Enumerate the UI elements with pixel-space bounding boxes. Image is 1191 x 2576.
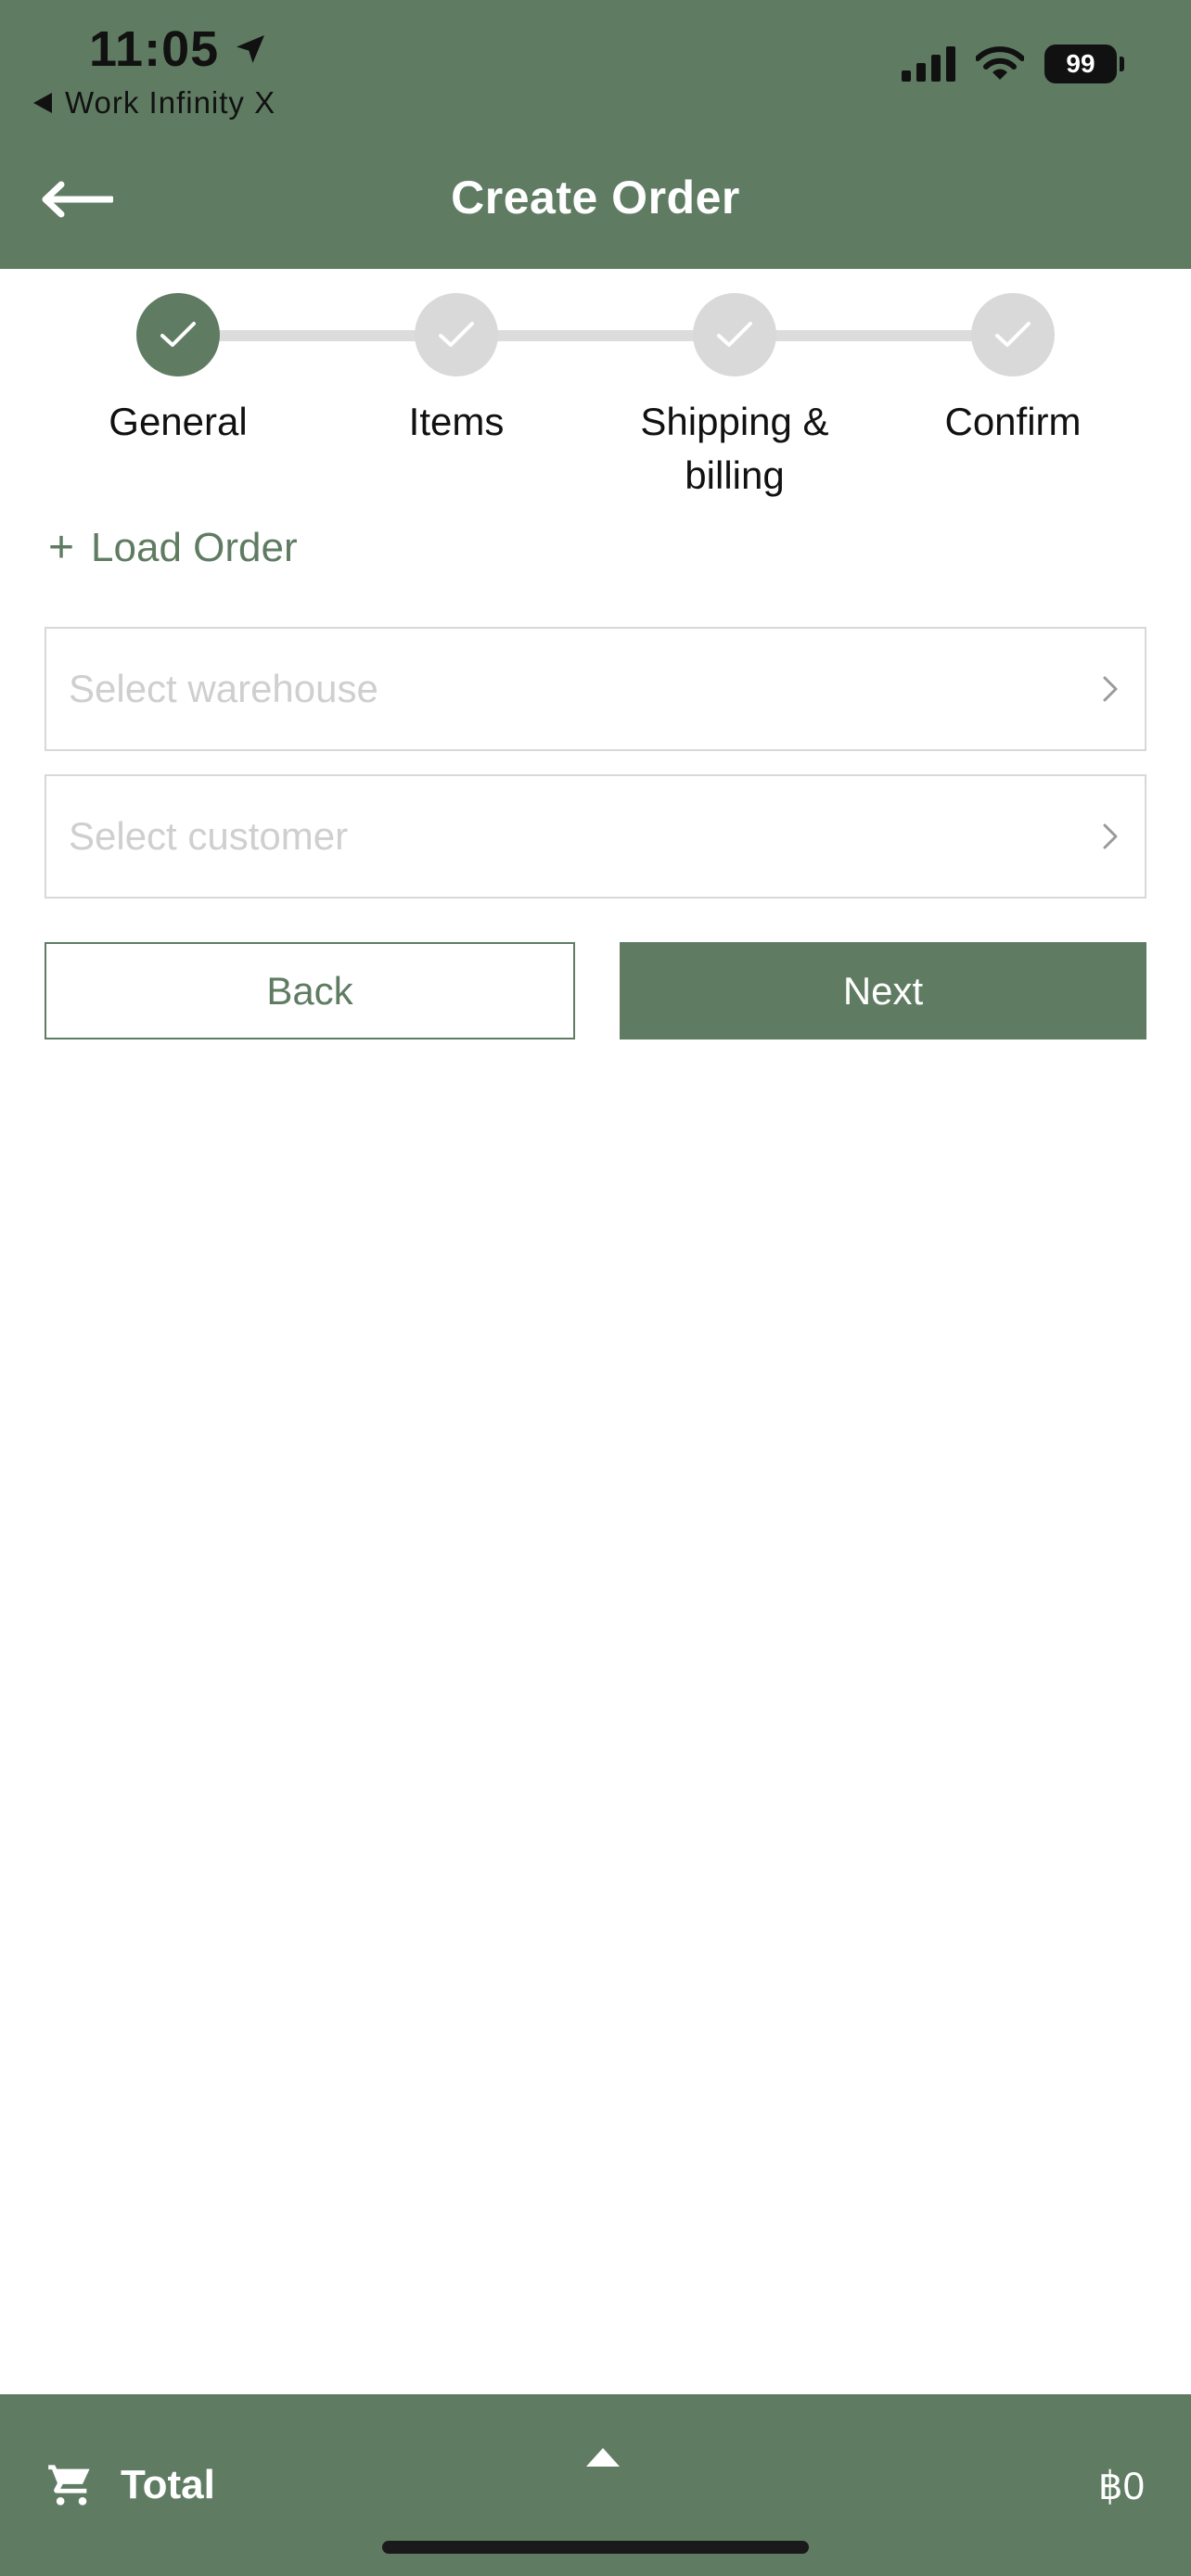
- step-shipping-billing[interactable]: Shipping & billing: [596, 293, 874, 503]
- total-section: Total: [45, 2461, 215, 2509]
- wifi-icon: [976, 46, 1024, 80]
- plus-icon: +: [48, 523, 75, 572]
- check-icon: [995, 322, 1031, 347]
- total-label: Total: [121, 2462, 215, 2507]
- load-order-label: Load Order: [91, 525, 298, 570]
- step-label: Items: [408, 400, 505, 443]
- chevron-right-icon: [1103, 676, 1118, 702]
- total-amount: ฿0: [1097, 2464, 1145, 2507]
- status-time: 11:05: [89, 20, 269, 78]
- back-triangle-icon: [33, 93, 52, 113]
- next-button[interactable]: Next: [620, 942, 1146, 1039]
- back-app-label: Work Infinity X: [65, 85, 276, 120]
- step-confirm[interactable]: Confirm: [874, 293, 1152, 449]
- step-circle: [693, 293, 776, 376]
- location-arrow-icon: [237, 35, 265, 63]
- status-icons: 99: [902, 45, 1124, 83]
- home-indicator: [382, 2541, 809, 2554]
- customer-placeholder: Select customer: [69, 814, 349, 858]
- back-to-app-link[interactable]: Work Infinity X: [33, 85, 275, 121]
- cellular-signal-icon: [902, 46, 955, 82]
- chevron-up-icon: [586, 2448, 620, 2467]
- step-items[interactable]: Items: [317, 293, 596, 449]
- step-circle: [415, 293, 498, 376]
- app-header: 11:05 Work Infinity X 99 Create Order: [0, 0, 1191, 269]
- warehouse-select[interactable]: Select warehouse: [45, 627, 1146, 751]
- warehouse-placeholder: Select warehouse: [69, 667, 378, 710]
- back-button[interactable]: Back: [45, 942, 575, 1039]
- step-label: General: [109, 400, 248, 443]
- shopping-cart-icon: [48, 2465, 90, 2506]
- customer-select[interactable]: Select customer: [45, 774, 1146, 899]
- step-circle: [971, 293, 1055, 376]
- check-icon: [717, 322, 752, 347]
- load-order-button[interactable]: + Load Order: [48, 525, 298, 571]
- chevron-right-icon: [1103, 823, 1118, 849]
- page-title: Create Order: [451, 172, 740, 223]
- battery-indicator: 99: [1044, 45, 1124, 83]
- check-icon: [160, 322, 196, 347]
- step-label: Shipping & billing: [640, 400, 829, 497]
- footer-total-bar: Total ฿0: [0, 2394, 1191, 2576]
- step-circle: [136, 293, 220, 376]
- check-icon: [439, 322, 474, 347]
- step-label: Confirm: [944, 400, 1082, 443]
- clock-text: 11:05: [89, 21, 220, 77]
- expand-summary-button[interactable]: [584, 2446, 621, 2473]
- step-general[interactable]: General: [39, 293, 317, 449]
